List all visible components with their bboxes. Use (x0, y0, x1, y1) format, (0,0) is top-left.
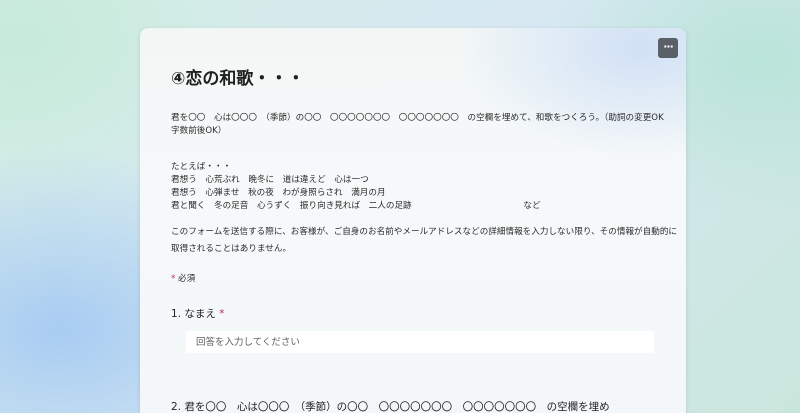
example-line: たとえば・・・ (171, 162, 232, 172)
more-options-button[interactable]: ··· (658, 38, 678, 58)
question-1-required-star: * (219, 308, 225, 320)
form-description: 君を〇〇 心は〇〇〇 （季節）の〇〇 〇〇〇〇〇〇〇 〇〇〇〇〇〇〇 の空欄を埋… (171, 112, 679, 258)
required-star: * (171, 274, 176, 284)
question-2-label: 2. 君を〇〇 心は〇〇〇 （季節）の〇〇 〇〇〇〇〇〇〇 〇〇〇〇〇〇〇 の空… (171, 401, 610, 413)
example-line: 君想う 心荒ぶれ 晩冬に 道は違えど 心は一つ (171, 175, 369, 185)
description-instructions: 君を〇〇 心は〇〇〇 （季節）の〇〇 〇〇〇〇〇〇〇 〇〇〇〇〇〇〇 の空欄を埋… (171, 113, 673, 136)
name-answer-input[interactable] (186, 331, 654, 353)
examples-block: たとえば・・・ 君想う 心荒ぶれ 晩冬に 道は違えど 心は一つ 君想う 心弾ませ… (171, 161, 679, 213)
privacy-note: このフォームを送信する際に、お客様が、ご自身のお名前やメールアドレスなどの詳細情… (171, 227, 678, 254)
required-label: 必須 (178, 274, 196, 284)
example-line: 君と聞く 冬の足音 心うずく 振り向き見れば 二人の足跡 など (171, 201, 541, 211)
form-title: ④恋の和歌・・・ (171, 69, 305, 89)
ellipsis-icon: ··· (663, 40, 674, 53)
required-note: * 必須 (171, 272, 195, 284)
question-1-title: 1. なまえ (171, 308, 216, 320)
form-card: ··· ④恋の和歌・・・ 君を〇〇 心は〇〇〇 （季節）の〇〇 〇〇〇〇〇〇〇 … (140, 28, 686, 413)
question-1-label: 1. なまえ * (171, 306, 224, 321)
example-line: 君想う 心弾ませ 秋の夜 わが身照らされ 満月の月 (171, 188, 386, 198)
